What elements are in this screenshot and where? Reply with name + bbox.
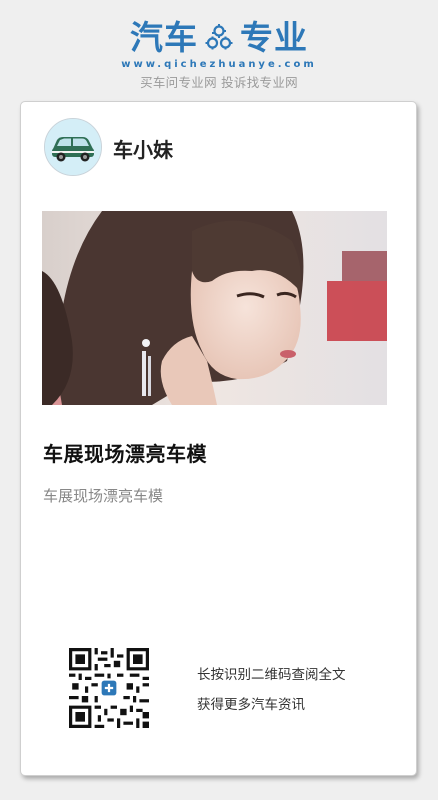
logo-url: www.qichezhuanye.com [121, 59, 317, 70]
qr-code-icon[interactable] [69, 648, 149, 728]
site-logo: 汽车 专业 [0, 18, 438, 58]
hero-photo[interactable] [42, 211, 387, 405]
qr-instruction: 长按识别二维码查阅全文 [197, 667, 346, 683]
article-title[interactable]: 车展现场漂亮车模 [43, 438, 207, 467]
logo-slogan: 买车问专业网 投诉找专业网 [140, 75, 298, 90]
author-name[interactable]: 车小妹 [113, 134, 173, 163]
article-card[interactable]: 车小妹 车展现场漂亮车模 车展现场漂亮车模 长按识别二维码查阅全文 获得更多汽车… [20, 101, 417, 776]
logo-text-right: 专业 [240, 18, 308, 57]
logo-text-left: 汽车 [130, 18, 198, 57]
car-avatar-icon[interactable] [44, 118, 102, 176]
article-summary: 车展现场漂亮车模 [43, 487, 164, 505]
gears-icon [205, 24, 233, 50]
qr-subtext: 获得更多汽车资讯 [197, 697, 305, 713]
